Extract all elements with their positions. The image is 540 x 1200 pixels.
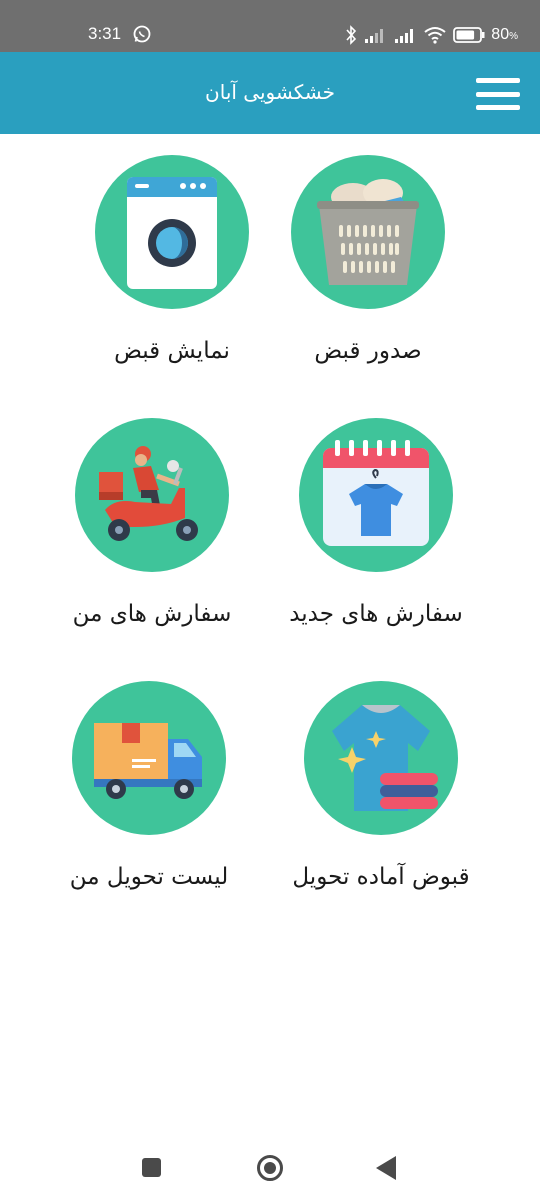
tile-my-orders[interactable]: سفارش های من xyxy=(52,418,252,643)
tile-label: نمایش قبض xyxy=(114,338,230,364)
clean-shirt-icon xyxy=(304,681,458,835)
washing-machine-icon xyxy=(95,155,249,309)
tile-show-receipt[interactable]: نمایش قبض xyxy=(72,155,272,380)
home-icon[interactable] xyxy=(257,1155,283,1181)
laundry-basket-icon xyxy=(291,155,445,309)
recent-apps-icon[interactable] xyxy=(142,1158,161,1177)
battery-icon xyxy=(453,27,485,43)
tile-label: صدور قبض xyxy=(314,338,422,364)
tile-label: لیست تحویل من xyxy=(69,864,229,890)
system-nav-bar xyxy=(0,1140,540,1200)
whatsapp-icon xyxy=(133,25,151,43)
bluetooth-icon xyxy=(346,25,357,45)
tile-new-orders[interactable]: سفارش های جدید xyxy=(276,418,476,643)
tile-label: سفارش های جدید xyxy=(289,601,463,627)
tile-issue-receipt[interactable]: صدور قبض xyxy=(268,155,468,380)
status-right: 80% xyxy=(345,24,518,46)
status-bar: 3:31 80% xyxy=(0,0,540,52)
battery-percent: 80% xyxy=(491,26,518,43)
signal-1-icon xyxy=(365,29,384,43)
wifi-icon xyxy=(424,27,446,44)
back-icon[interactable] xyxy=(376,1156,396,1180)
tile-ready-receipts[interactable]: قبوض آماده تحویل xyxy=(281,681,481,906)
signal-2-icon xyxy=(395,29,414,43)
status-time: 3:31 xyxy=(88,24,122,43)
delivery-truck-icon xyxy=(72,681,226,835)
tile-label: قبوض آماده تحویل xyxy=(292,864,470,890)
app-title: خشکشویی آبان xyxy=(205,80,335,104)
app-bar: خشکشویی آبان xyxy=(0,52,540,134)
delivery-scooter-icon xyxy=(75,418,229,572)
tile-my-delivery-list[interactable]: لیست تحویل من xyxy=(49,681,249,906)
hamburger-menu-icon[interactable] xyxy=(476,78,520,110)
tile-label: سفارش های من xyxy=(72,601,232,627)
calendar-shirt-icon xyxy=(299,418,453,572)
